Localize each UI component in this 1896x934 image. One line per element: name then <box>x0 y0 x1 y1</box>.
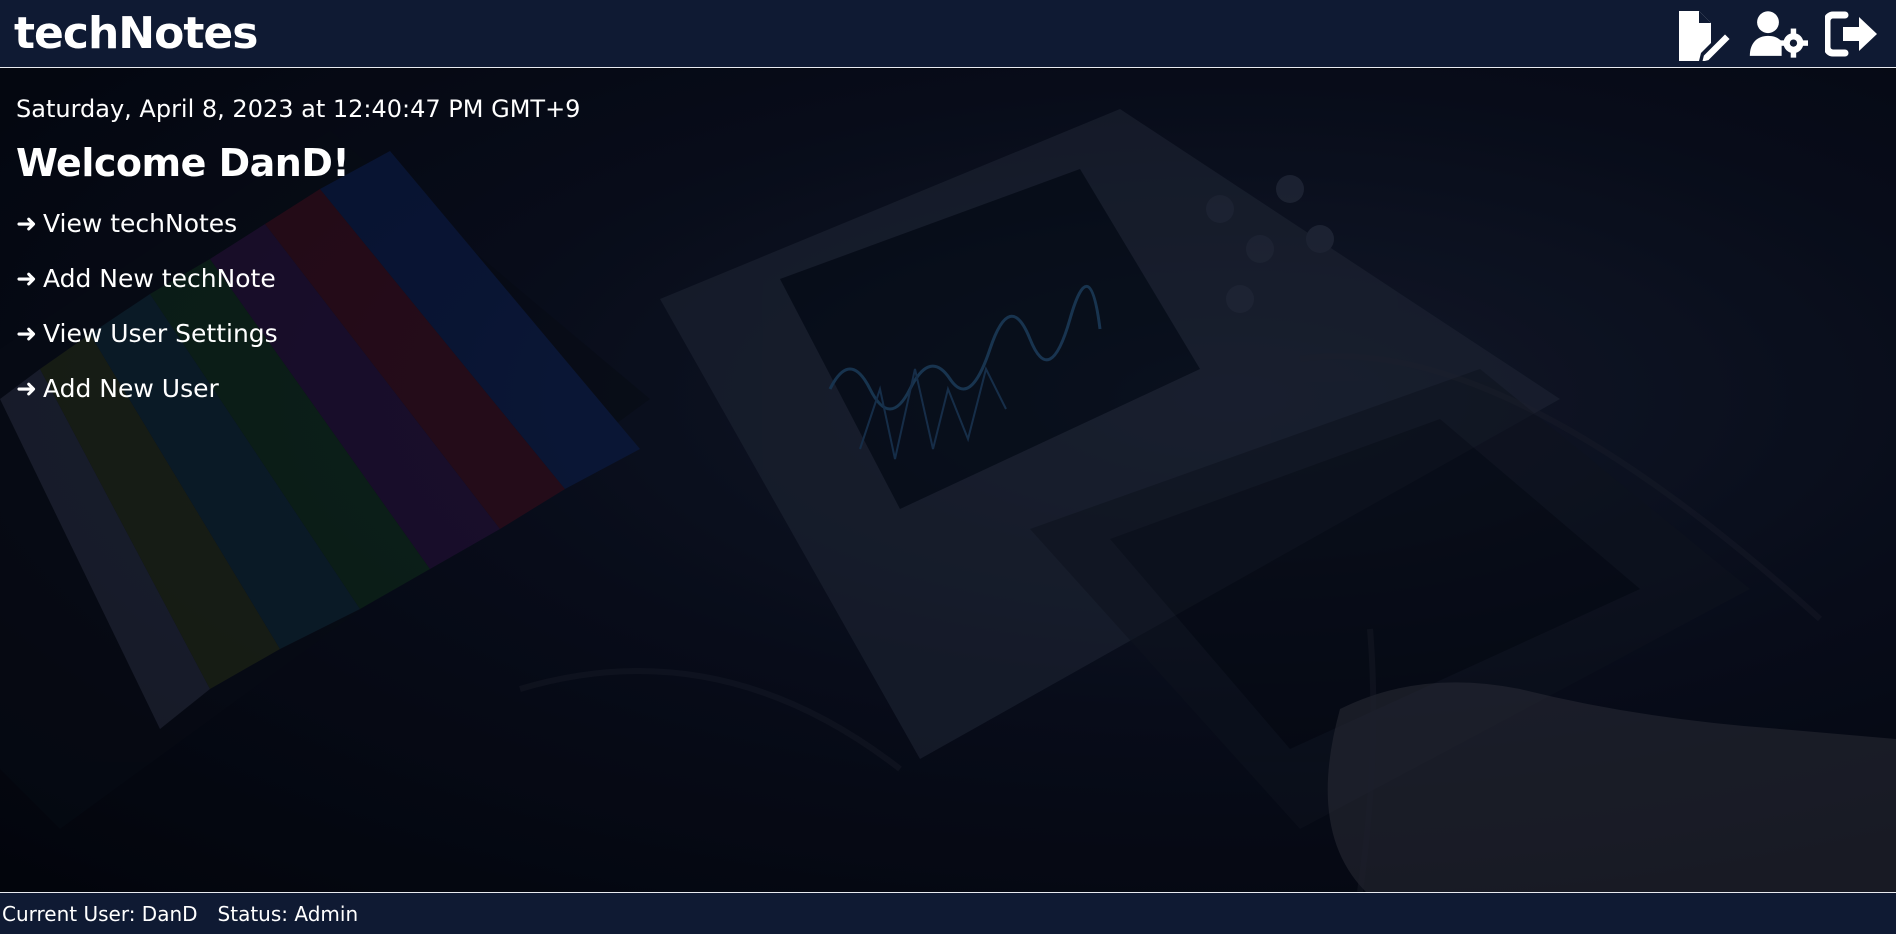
user-settings-button[interactable] <box>1748 6 1808 62</box>
file-pen-icon <box>1679 10 1733 61</box>
current-datetime: Saturday, April 8, 2023 at 12:40:47 PM G… <box>16 95 581 123</box>
add-technote-link[interactable]: ➜ Add New techNote <box>16 264 580 293</box>
view-user-settings-link[interactable]: ➜ View User Settings <box>16 319 580 348</box>
welcome-heading: Welcome DanD! <box>16 141 350 185</box>
app-title[interactable]: techNotes <box>14 8 258 59</box>
arrow-icon: ➜ <box>16 209 37 238</box>
header-actions <box>1674 6 1882 62</box>
link-label: Add New User <box>42 374 219 403</box>
add-user-link[interactable]: ➜ Add New User <box>16 374 580 403</box>
link-label: Add New techNote <box>42 264 276 293</box>
logout-button[interactable] <box>1822 6 1882 62</box>
link-label: View techNotes <box>42 209 238 238</box>
status-label: Status: Admin <box>217 901 359 926</box>
status-footer: Current User: DanD Status: Admin <box>0 892 1896 934</box>
user-gear-icon <box>1749 10 1808 58</box>
current-user-label: Current User: DanD <box>2 901 198 926</box>
arrow-icon: ➜ <box>16 319 37 348</box>
welcome-panel: Saturday, April 8, 2023 at 12:40:47 PM G… <box>16 95 580 429</box>
link-label: View User Settings <box>42 319 278 348</box>
arrow-icon: ➜ <box>16 264 37 293</box>
sign-out-icon <box>1825 11 1877 56</box>
view-technotes-link[interactable]: ➜ View techNotes <box>16 209 580 238</box>
main-area: Saturday, April 8, 2023 at 12:40:47 PM G… <box>0 69 1896 892</box>
new-note-button[interactable] <box>1674 6 1734 62</box>
top-bar: techNotes <box>0 0 1896 68</box>
arrow-icon: ➜ <box>16 374 37 403</box>
